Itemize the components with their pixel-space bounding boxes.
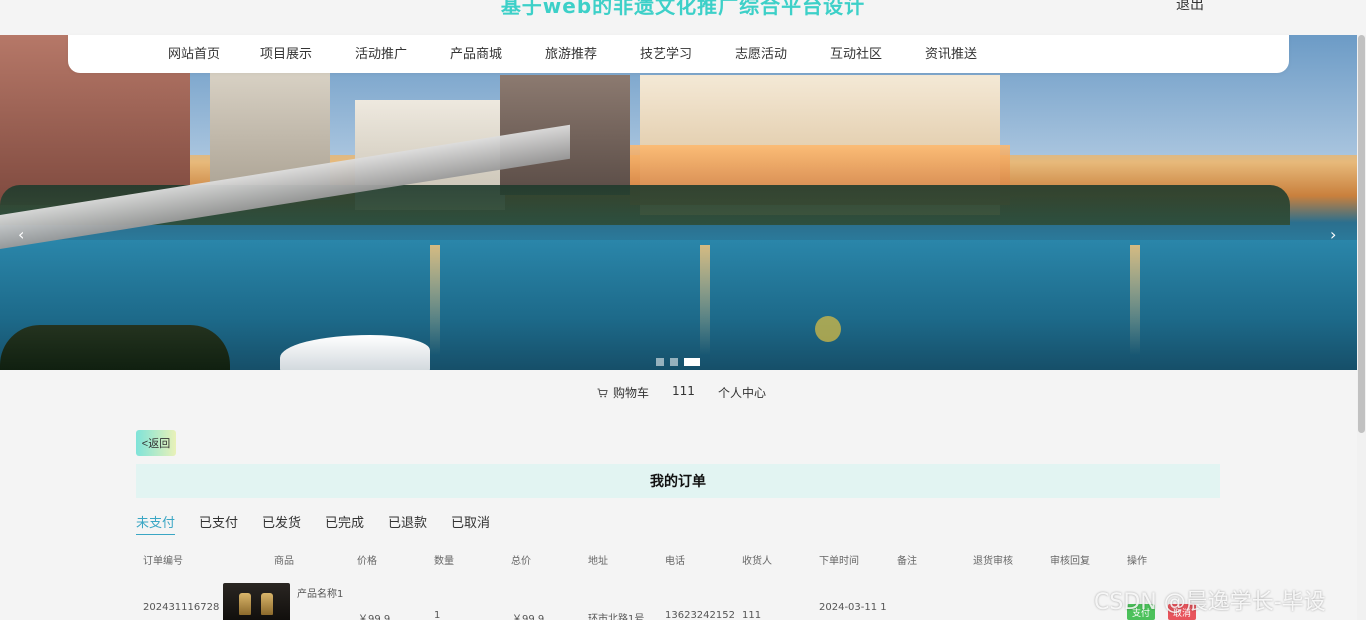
order-receiver: 111 <box>742 610 762 620</box>
scrollbar-thumb[interactable] <box>1358 35 1365 433</box>
carousel-indicators <box>656 358 700 366</box>
back-button[interactable]: <返回 <box>136 430 176 456</box>
nav-item-projects[interactable]: 项目展示 <box>260 43 312 62</box>
order-quantity: 1 <box>434 610 441 620</box>
banner-palms <box>0 325 230 370</box>
table-header: 订单编号 商品 价格 数量 总价 地址 电话 收货人 下单时间 备注 退货审核 … <box>136 552 1220 567</box>
order-address: 环市北路1号 <box>588 614 645 620</box>
carousel-dot[interactable] <box>656 358 664 366</box>
column-header: 操作 <box>1127 556 1147 567</box>
user-links: 购物车 111 个人中心 <box>0 384 1357 400</box>
column-header: 审核回复 <box>1050 556 1090 567</box>
cart-icon <box>597 388 608 397</box>
nav-item-home[interactable]: 网站首页 <box>168 43 220 62</box>
product-image[interactable] <box>223 583 290 620</box>
column-header: 下单时间 <box>819 556 859 567</box>
column-header: 商品 <box>274 556 294 567</box>
order-phone: 13623242152 <box>665 610 735 620</box>
tab-refunded[interactable]: 已退款 <box>388 512 427 531</box>
carousel-dot[interactable] <box>670 358 678 366</box>
banner-reflection <box>700 245 710 355</box>
table-row: 202431116728 产品名称1 ￥99.9 1 ￥99.9 环市北路1号 … <box>136 580 1220 620</box>
username: 111 <box>672 384 695 398</box>
column-header: 地址 <box>588 556 608 567</box>
column-header: 备注 <box>897 556 917 567</box>
nav-item-activities[interactable]: 活动推广 <box>355 43 407 62</box>
tab-completed[interactable]: 已完成 <box>325 512 364 531</box>
nav-item-skills[interactable]: 技艺学习 <box>640 43 692 62</box>
chevron-left-icon[interactable]: ‹ <box>18 225 24 244</box>
product-bottle <box>239 593 251 615</box>
tab-shipped[interactable]: 已发货 <box>262 512 301 531</box>
order-time: 2024-03-11 1 <box>819 602 887 613</box>
site-title: 基于web的非遗文化推广综合平台设计 <box>500 0 866 18</box>
main-nav: 网站首页 项目展示 活动推广 产品商城 旅游推荐 技艺学习 志愿活动 互动社区 … <box>68 35 1289 73</box>
banner-reflection <box>1130 245 1140 355</box>
tab-unpaid[interactable]: 未支付 <box>136 512 176 535</box>
column-header: 电话 <box>665 556 685 567</box>
logout-link[interactable]: 退出 <box>1176 0 1204 14</box>
column-header: 订单编号 <box>143 556 183 567</box>
orders-title: 我的订单 <box>136 464 1220 498</box>
nav-item-travel[interactable]: 旅游推荐 <box>545 43 597 62</box>
column-header: 总价 <box>511 556 531 567</box>
product-bottle <box>261 593 273 615</box>
order-total: ￥99.9 <box>512 614 545 620</box>
watermark: CSDN @晨逸学长-毕设 <box>1094 590 1326 615</box>
cart-link[interactable]: 购物车 <box>597 384 649 401</box>
column-header: 价格 <box>357 556 377 567</box>
cart-label: 购物车 <box>613 386 650 400</box>
user-center-link[interactable]: 个人中心 <box>718 384 766 401</box>
banner-reflection <box>430 245 440 355</box>
tab-cancelled[interactable]: 已取消 <box>451 512 490 531</box>
nav-item-community[interactable]: 互动社区 <box>830 43 882 62</box>
column-header: 数量 <box>434 556 454 567</box>
mouse-cursor-highlight <box>815 316 841 342</box>
carousel-dot-active[interactable] <box>684 358 700 366</box>
order-price: ￥99.9 <box>358 614 391 620</box>
nav-item-volunteer[interactable]: 志愿活动 <box>735 43 787 62</box>
chevron-right-icon[interactable]: › <box>1330 225 1336 244</box>
nav-item-news[interactable]: 资讯推送 <box>925 43 977 62</box>
product-name: 产品名称1 <box>297 589 344 600</box>
column-header: 收货人 <box>742 556 772 567</box>
order-number: 202431116728 <box>143 602 220 613</box>
column-header: 退货审核 <box>973 556 1013 567</box>
banner-carousel[interactable]: ‹ › <box>0 35 1357 370</box>
tab-paid[interactable]: 已支付 <box>199 512 238 531</box>
nav-item-shop[interactable]: 产品商城 <box>450 43 502 62</box>
scrollbar[interactable] <box>1357 35 1366 620</box>
